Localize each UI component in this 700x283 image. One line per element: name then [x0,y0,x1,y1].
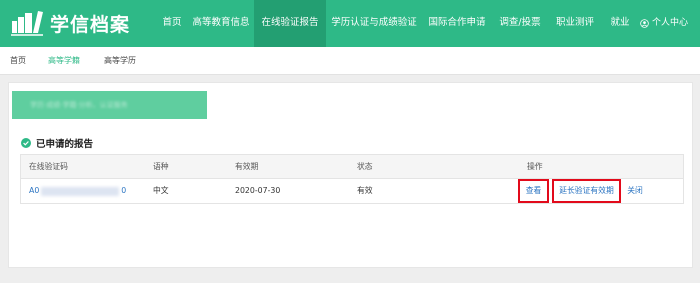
verification-code-start: A0 [29,186,40,195]
redacted-mask [41,186,120,196]
user-center-label: 个人中心 [652,18,689,28]
subnav-item-home[interactable]: 首页 [10,47,26,75]
column-header-actions: 操作 [527,162,543,171]
section-title: 已申请的报告 [21,136,93,150]
status-cell: 有效 [357,186,373,195]
content-panel: 学历·成绩·学籍·分析、认证服务 已申请的报告 在线验证码 语种 有效期 状态 … [8,82,693,268]
section-title-text: 已申请的报告 [36,139,94,150]
verification-code-end: 0 [121,186,127,195]
table-row: A0 0 中文 2020-07-30 有效 查看 延长验证有效期 关闭 [21,179,683,203]
reports-table: 在线验证码 语种 有效期 状态 操作 A0 0 中文 2020-07-30 有效 … [20,154,684,204]
check-circle-icon [21,138,31,148]
banner-text: 学历·成绩·学籍·分析、认证服务 [30,101,128,109]
table-header: 在线验证码 语种 有效期 状态 操作 [21,155,683,179]
column-header-expiry: 有效期 [235,162,259,171]
sub-nav: 首页 高等学籍 高等学历 [0,47,700,75]
column-header-code: 在线验证码 [29,162,68,171]
language-cell: 中文 [153,186,169,195]
subnav-item-higher-degree[interactable]: 高等学历 [104,47,136,75]
nav-item-higher-education[interactable]: 高等教育信息 [190,0,252,47]
column-header-language: 语种 [153,162,169,171]
close-report-link[interactable]: 关闭 [625,179,645,203]
nav-item-online-verification[interactable]: 在线验证报告 [254,0,326,47]
brand-logo[interactable]: 学信档案 [10,9,130,37]
subnav-item-higher-enrollment[interactable]: 高等学籍 [48,47,80,75]
view-report-link[interactable]: 查看 [518,179,549,203]
nav-item-employment[interactable]: 就业 [606,0,634,47]
nav-item-career-test[interactable]: 职业测评 [549,0,601,47]
verification-code[interactable]: A0 0 [29,179,126,203]
top-navbar: 学信档案 首页 高等教育信息 在线验证报告 学历认证与成绩验证 国际合作申请 调… [0,0,700,47]
brand-name: 学信档案 [50,13,131,36]
info-banner: 学历·成绩·学籍·分析、认证服务 [12,91,207,119]
user-icon [640,19,649,28]
nav-item-survey[interactable]: 调查/投票 [494,0,546,47]
user-center-menu[interactable]: 个人中心 [640,0,688,47]
nav-item-international[interactable]: 国际合作申请 [424,0,490,47]
column-header-status: 状态 [357,162,373,171]
nav-item-degree-certification[interactable]: 学历认证与成绩验证 [328,0,420,47]
extend-validity-link[interactable]: 延长验证有效期 [552,179,621,203]
nav-item-home[interactable]: 首页 [152,0,192,47]
expiry-cell: 2020-07-30 [235,186,281,195]
book-logo-icon [11,11,43,36]
